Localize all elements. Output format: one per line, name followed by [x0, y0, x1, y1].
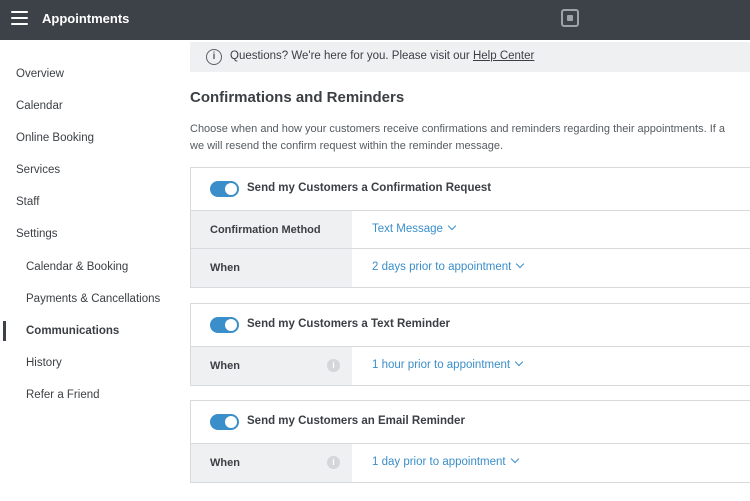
dropdown-value: 1 hour prior to appointment	[372, 359, 511, 371]
chevron-down-icon	[516, 259, 525, 269]
help-banner: i Questions? We're here for you. Please …	[190, 42, 750, 72]
sidebar-item-overview[interactable]: Overview	[16, 68, 64, 80]
sidebar-item-staff[interactable]: Staff	[16, 196, 39, 208]
settings-row: When 2 days prior to appointment	[191, 249, 750, 287]
dropdown-value: 1 day prior to appointment	[372, 456, 506, 468]
email-reminder-when-dropdown[interactable]: 1 day prior to appointment	[372, 454, 519, 468]
text-reminder-card: Send my Customers a Text Reminder When i…	[190, 303, 750, 386]
card-header: Send my Customers a Confirmation Request	[191, 168, 750, 211]
menu-icon[interactable]	[11, 10, 28, 26]
sidebar-item-calendar-booking[interactable]: Calendar & Booking	[26, 261, 128, 273]
card-header: Send my Customers an Email Reminder	[191, 401, 750, 444]
info-hint-icon[interactable]: i	[327, 359, 340, 372]
row-label: Confirmation Method	[210, 224, 321, 236]
card-header: Send my Customers a Text Reminder	[191, 304, 750, 347]
settings-row: Confirmation Method Text Message	[191, 211, 750, 249]
chevron-down-icon	[510, 454, 519, 464]
info-icon: i	[206, 49, 222, 65]
app-title: Appointments	[42, 11, 130, 26]
confirmation-when-dropdown[interactable]: 2 days prior to appointment	[372, 259, 525, 273]
row-label-cell: When i	[191, 347, 352, 385]
dropdown-value: 2 days prior to appointment	[372, 261, 512, 273]
help-center-link[interactable]: Help Center	[473, 50, 534, 62]
card-title: Send my Customers a Text Reminder	[247, 318, 451, 330]
sidebar-item-communications[interactable]: Communications	[26, 325, 119, 337]
info-hint-icon[interactable]: i	[327, 456, 340, 469]
sidebar-item-payments-cancellations[interactable]: Payments & Cancellations	[26, 293, 160, 305]
confirmation-request-toggle[interactable]	[210, 181, 239, 197]
row-label: When	[210, 262, 240, 274]
confirmation-method-dropdown[interactable]: Text Message	[372, 221, 457, 235]
text-reminder-toggle[interactable]	[210, 317, 239, 333]
page-description: Choose when and how your customers recei…	[190, 121, 750, 155]
sidebar-item-refer-a-friend[interactable]: Refer a Friend	[26, 389, 100, 401]
chevron-down-icon	[447, 221, 457, 231]
confirmation-request-card: Send my Customers a Confirmation Request…	[190, 167, 750, 288]
email-reminder-card: Send my Customers an Email Reminder When…	[190, 400, 750, 483]
row-label: When	[210, 457, 240, 469]
text-reminder-when-dropdown[interactable]: 1 hour prior to appointment	[372, 357, 524, 371]
sidebar-item-services[interactable]: Services	[16, 164, 60, 176]
settings-row: When i 1 hour prior to appointment	[191, 347, 750, 385]
banner-text: Questions? We're here for you. Please vi…	[230, 50, 534, 62]
square-logo-icon[interactable]	[561, 9, 579, 27]
card-title: Send my Customers a Confirmation Request	[247, 182, 492, 194]
active-indicator	[3, 321, 6, 341]
top-bar: Appointments	[0, 0, 750, 40]
chevron-down-icon	[514, 357, 524, 367]
row-label-cell: When	[191, 249, 352, 287]
dropdown-value: Text Message	[372, 223, 443, 235]
sidebar-item-history[interactable]: History	[26, 357, 62, 369]
row-label-cell: When i	[191, 444, 352, 482]
description-line-2: we will resend the confirm request withi…	[190, 140, 504, 152]
sidebar: Overview Calendar Online Booking Service…	[0, 40, 178, 501]
row-label-cell: Confirmation Method	[191, 211, 352, 248]
settings-row: When i 1 day prior to appointment	[191, 444, 750, 482]
sidebar-item-calendar[interactable]: Calendar	[16, 100, 63, 112]
description-line-1: Choose when and how your customers recei…	[190, 123, 725, 135]
page-title: Confirmations and Reminders	[190, 89, 405, 106]
email-reminder-toggle[interactable]	[210, 414, 239, 430]
row-label: When	[210, 360, 240, 372]
sidebar-item-online-booking[interactable]: Online Booking	[16, 132, 94, 144]
banner-message: Questions? We're here for you. Please vi…	[230, 50, 470, 62]
card-title: Send my Customers an Email Reminder	[247, 415, 465, 427]
sidebar-item-settings[interactable]: Settings	[16, 228, 58, 240]
